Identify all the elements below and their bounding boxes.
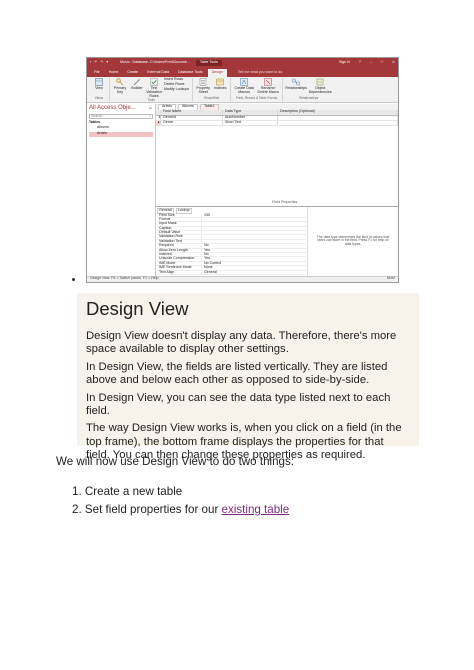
nav-section-tables[interactable]: Tables	[89, 120, 153, 125]
field-grid: Field Name Data Type Description (Option…	[156, 109, 398, 207]
tab-file[interactable]: File	[90, 69, 104, 77]
group-views: View Views	[89, 78, 110, 101]
title-bar: ▪ ↶ ↷ ▾ Music : Database- C:\Users\Fred\…	[87, 58, 398, 68]
status-text: Design view. F6 = Switch panes. F1 = Hel…	[90, 276, 160, 280]
search-icon: ⌕	[148, 113, 151, 118]
navigation-search[interactable]: Search... ⌕	[89, 113, 153, 119]
access-screenshot: ▪ ↶ ↷ ▾ Music : Database- C:\Users\Fred\…	[86, 57, 399, 283]
tell-me-box[interactable]: Tell me what you want to do	[234, 69, 286, 77]
property-help-text: The data type determines the kind of val…	[316, 234, 390, 247]
work-area: All Access Obje... ⌄ Search... ⌕ Tables …	[87, 104, 398, 276]
panel-paragraph: In Design View, the fields are listed ve…	[86, 360, 388, 387]
design-view-panel: Design View Design View doesn't display …	[77, 293, 419, 461]
tab-database-tools[interactable]: Database Tools	[174, 69, 207, 77]
panel-paragraph: In Design View, you can see the data typ…	[86, 391, 391, 418]
quick-access-toolbar: ▪ ↶ ↷ ▾	[90, 60, 108, 65]
maximize-icon[interactable]: □	[381, 60, 383, 65]
group-relationships: Relationships Object Dependencies Relati…	[283, 78, 334, 101]
redo-icon[interactable]: ↷	[100, 60, 103, 65]
relationships-icon	[292, 78, 301, 86]
navigation-pane-title[interactable]: All Access Obje...	[89, 105, 136, 112]
tab-design[interactable]: Design	[207, 69, 227, 77]
table-row[interactable]: ▸ Genre Short Text	[156, 120, 398, 126]
contextual-tab-label: Table Tools	[195, 60, 222, 66]
close-icon[interactable]: ✕	[392, 60, 395, 65]
undo-icon[interactable]: ↶	[94, 60, 97, 65]
nav-item-artists[interactable]: Artists	[89, 131, 153, 137]
object-dependencies-button[interactable]: Object Dependencies	[309, 78, 332, 95]
list-item: 2. Set field properties for our existing…	[72, 503, 290, 516]
steps-list: 1. Create a new table 2. Set field prope…	[72, 485, 289, 521]
check-icon	[150, 78, 158, 86]
lead-paragraph: We will now use Design View to do two th…	[56, 455, 295, 468]
builder-button[interactable]: Builder	[130, 78, 144, 91]
window-title: Music : Database- C:\Users\Fred\Docume..…	[120, 60, 190, 65]
wand-icon	[133, 78, 141, 86]
rename-macro-icon	[264, 78, 272, 86]
group-tools: Primary Key Builder Test Validation Rule…	[110, 77, 194, 101]
property-list: Field Size 255 Format Input Mask Caption Defa…	[157, 213, 306, 275]
field-properties-pane: General Lookup Field Size 255 Format Input …	[156, 206, 398, 276]
modify-lookups-button[interactable]: Modify Lookups	[164, 87, 189, 92]
tab-external-data[interactable]: External Data	[143, 69, 173, 77]
primary-key-button[interactable]: Primary Key	[113, 78, 127, 95]
minimize-icon[interactable]: –	[370, 60, 372, 65]
view-icon	[95, 78, 103, 86]
tab-home[interactable]: Home	[105, 69, 123, 77]
existing-table-link[interactable]: existing table	[222, 503, 290, 516]
ribbon: View Views Primary Key Builder Test Vali…	[87, 77, 398, 103]
panel-title: Design View	[86, 298, 189, 319]
key-icon	[116, 78, 124, 86]
num-lock-indicator: NUM	[386, 276, 395, 280]
chevron-down-icon[interactable]: ⌄	[148, 105, 153, 112]
dependencies-icon	[316, 78, 324, 86]
create-data-macros-button[interactable]: Create Data Macros	[234, 78, 254, 95]
property-sheet-icon	[199, 78, 207, 86]
navigation-pane: All Access Obje... ⌄ Search... ⌕ Tables …	[87, 104, 156, 276]
tab-create[interactable]: Create	[123, 69, 142, 77]
field-properties-label: Field Properties	[272, 199, 298, 204]
indexes-icon	[216, 78, 224, 86]
customize-icon[interactable]: ▾	[106, 60, 108, 65]
bullet-icon	[72, 278, 75, 281]
header-description: Description (Optional)	[278, 109, 398, 115]
view-button[interactable]: View	[92, 78, 106, 91]
save-icon[interactable]: ▪	[90, 60, 91, 65]
relationships-button[interactable]: Relationships	[285, 78, 307, 91]
help-icon[interactable]: ?	[359, 60, 361, 65]
panel-paragraph: Design View doesn't display any data. Th…	[86, 330, 397, 356]
nav-item-albums[interactable]: Albums	[89, 125, 153, 131]
table-design-pane: Artists Albums Table1 Field Name Data Ty…	[156, 104, 398, 276]
list-item: 1. Create a new table	[72, 485, 183, 498]
group-events: Create Data Macros Rename/ Delete Macro …	[231, 78, 284, 101]
rename-delete-macro-button[interactable]: Rename/ Delete Macro	[257, 78, 279, 95]
property-sheet-button[interactable]: Property Sheet	[196, 78, 210, 95]
status-bar: Design view. F6 = Switch panes. F1 = Hel…	[87, 276, 398, 282]
indexes-button[interactable]: Indexes	[213, 78, 227, 91]
sign-in-link[interactable]: Sign in	[339, 60, 350, 65]
group-show-hide: Property Sheet Indexes Show/Hide	[193, 78, 232, 101]
data-type-dropdown[interactable]: Short Text	[223, 120, 278, 125]
macro-icon	[240, 78, 248, 86]
property-row[interactable]: Text Align General	[157, 270, 306, 275]
test-validation-button[interactable]: Test Validation Rules	[146, 78, 162, 99]
ribbon-tabs: File Home Create External Data Database …	[87, 68, 398, 77]
